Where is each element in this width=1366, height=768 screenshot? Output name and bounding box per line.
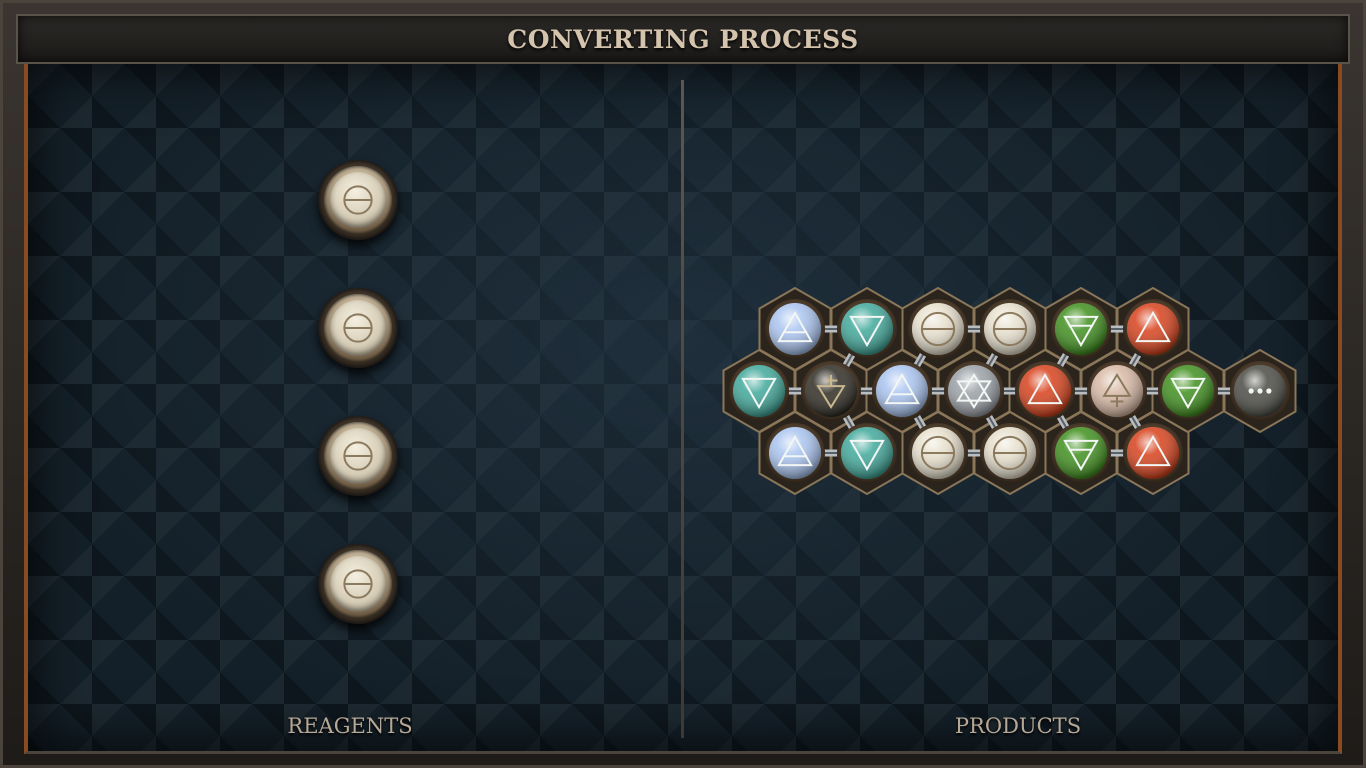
product-atom-vitae: [1087, 361, 1147, 421]
title-bar: CONVERTING PROCESS: [16, 14, 1350, 64]
product-atom-water: [837, 299, 897, 359]
ellipsis-icon: [1248, 388, 1272, 394]
product-atom-air: [765, 299, 825, 359]
product-atom-fire: [1123, 423, 1183, 483]
product-atom-salt: [908, 299, 968, 359]
reagent-atom: [318, 160, 398, 240]
product-atom-salt: [980, 299, 1040, 359]
product-atom-earth: [1051, 299, 1111, 359]
product-atom-quintessence: [944, 361, 1004, 421]
salt-icon: [343, 441, 373, 471]
salt-icon: [343, 313, 373, 343]
panel-divider: [681, 80, 684, 738]
product-atom-mors: [801, 361, 861, 421]
page-title: CONVERTING PROCESS: [507, 24, 859, 54]
salt-icon: [343, 185, 373, 215]
product-atom-water: [729, 361, 789, 421]
product-atom-water: [837, 423, 897, 483]
product-atom-earth: [1158, 361, 1218, 421]
product-atom-fire: [1015, 361, 1075, 421]
reagent-atom: [318, 416, 398, 496]
product-atom-salt: [908, 423, 968, 483]
product-atom-air: [872, 361, 932, 421]
reagent-atom: [318, 288, 398, 368]
product-atom-repeat: [1230, 361, 1290, 421]
product-atom-fire: [1123, 299, 1183, 359]
product-atom-salt: [980, 423, 1040, 483]
salt-icon: [343, 569, 373, 599]
reagent-atom: [318, 544, 398, 624]
product-atom-earth: [1051, 423, 1111, 483]
products-label: PRODUCTS: [954, 714, 1082, 738]
product-atom-air: [765, 423, 825, 483]
reagents-label: REAGENTS: [287, 714, 413, 738]
